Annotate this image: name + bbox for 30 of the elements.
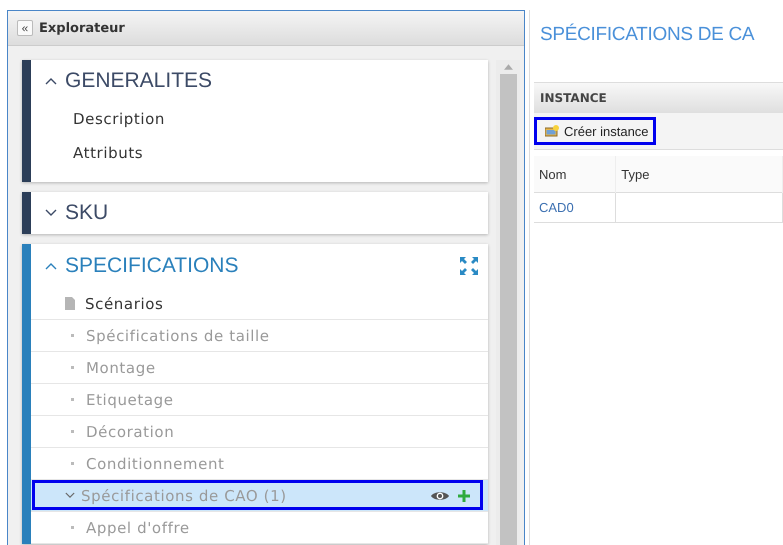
chevron-icon[interactable] [45,262,57,270]
chevron-icon[interactable] [65,492,75,499]
section-title[interactable]: GENERALITES [65,69,212,93]
bullet-icon [71,398,74,401]
panel-title: Explorateur [39,20,125,36]
eye-icon[interactable] [430,490,450,502]
create-instance-button[interactable]: Créer instance [534,117,656,145]
column-header[interactable]: Nom [534,156,616,192]
document-icon [65,297,75,310]
chevron-icon[interactable] [45,77,57,85]
nav-item[interactable]: Description [73,102,166,136]
new-item-icon [545,125,559,137]
chevron-icon[interactable] [45,209,57,217]
column-header[interactable]: Type [616,156,782,192]
scrollbar[interactable] [496,60,520,545]
add-icon[interactable] [458,490,470,502]
nav-item[interactable]: Scénarios [31,288,488,320]
bullet-icon [71,462,74,465]
section-title[interactable]: SPECIFICATIONS [65,254,238,278]
collapse-button[interactable]: « [17,20,33,36]
page-title: SPÉCIFICATIONS DE CA [539,22,756,47]
section-title[interactable]: SKU [65,201,108,225]
table-link[interactable]: CAD0 [534,192,616,222]
bullet-icon [71,334,74,337]
nav-item[interactable]: Attributs [73,136,144,170]
bullet-icon [71,526,74,529]
bullet-icon [71,430,74,433]
panel-title: INSTANCE [534,82,783,113]
fullscreen-icon[interactable] [459,256,479,276]
bullet-icon [71,366,74,369]
